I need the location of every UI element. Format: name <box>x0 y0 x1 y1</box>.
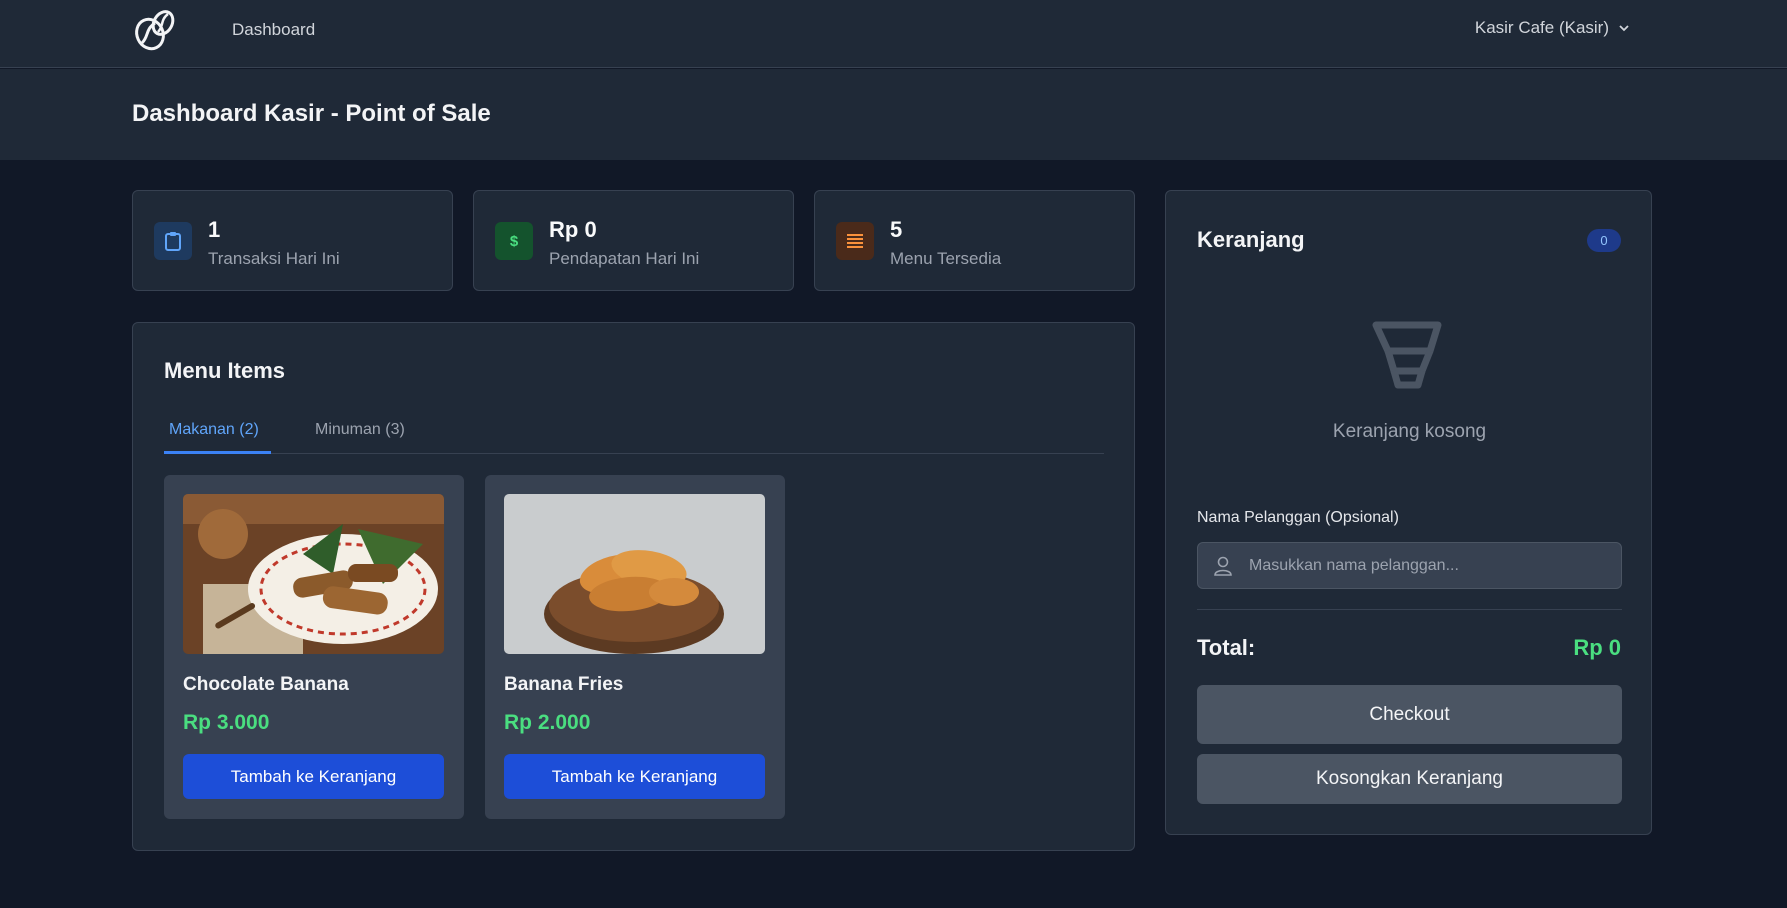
product-price: Rp 2.000 <box>504 711 591 734</box>
product-price: Rp 3.000 <box>183 711 270 734</box>
stat-value: 1 <box>208 217 221 242</box>
page-title: Dashboard Kasir - Point of Sale <box>132 100 491 127</box>
add-to-cart-button[interactable]: Tambah ke Keranjang <box>504 754 765 799</box>
user-menu[interactable]: Kasir Cafe (Kasir) <box>1475 18 1631 38</box>
stat-card-revenue: $ Rp 0 Pendapatan Hari Ini <box>473 190 794 291</box>
page-header: Dashboard Kasir - Point of Sale <box>0 69 1787 160</box>
divider <box>1197 609 1622 610</box>
menu-items-card: Menu Items Makanan (2) Minuman (3) Choco… <box>132 322 1135 851</box>
menu-title: Menu Items <box>164 358 286 383</box>
shopping-cart-icon <box>1372 319 1446 393</box>
customer-name-field[interactable] <box>1197 542 1622 589</box>
cart-count-badge: 0 <box>1587 229 1621 252</box>
active-tab-indicator <box>164 451 271 454</box>
cart-title: Keranjang <box>1197 227 1305 252</box>
customer-name-input[interactable] <box>1249 543 1609 588</box>
stat-card-menu: 5 Menu Tersedia <box>814 190 1135 291</box>
total-label: Total: <box>1197 635 1256 660</box>
clear-cart-button[interactable]: Kosongkan Keranjang <box>1197 754 1622 804</box>
customer-name-label: Nama Pelanggan (Opsional) <box>1197 509 1399 526</box>
checkout-button[interactable]: Checkout <box>1197 685 1622 744</box>
stat-label: Pendapatan Hari Ini <box>549 249 700 268</box>
product-image-chocolate-banana <box>183 494 444 654</box>
user-icon <box>1214 556 1232 576</box>
list-icon <box>836 222 874 260</box>
product-card: Chocolate Banana Rp 3.000 Tambah ke Kera… <box>164 475 464 819</box>
user-menu-label: Kasir Cafe (Kasir) <box>1474 18 1609 37</box>
chevron-down-icon <box>1619 25 1629 32</box>
stat-card-transactions: 1 Transaksi Hari Ini <box>132 190 453 291</box>
menu-tabs: Makanan (2) Minuman (3) <box>164 413 1104 454</box>
stat-value: Rp 0 <box>549 217 597 242</box>
dollar-icon: $ <box>495 222 533 260</box>
clipboard-icon <box>154 222 192 260</box>
product-card: Banana Fries Rp 2.000 Tambah ke Keranjan… <box>485 475 785 819</box>
cart-empty-text: Keranjang kosong <box>1332 421 1487 442</box>
product-image-banana-fries <box>504 494 765 654</box>
stat-value: 5 <box>890 217 903 242</box>
coffee-bean-icon[interactable] <box>131 6 179 54</box>
add-to-cart-button[interactable]: Tambah ke Keranjang <box>183 754 444 799</box>
stat-label: Menu Tersedia <box>890 249 1002 268</box>
nav-dashboard-link[interactable]: Dashboard <box>232 20 315 40</box>
total-value: Rp 0 <box>1573 635 1621 660</box>
tab-minuman[interactable]: Minuman (3) <box>315 421 405 439</box>
cart-card: Keranjang 0 Keranjang kosong Nama Pelang… <box>1165 190 1652 835</box>
tab-makanan[interactable]: Makanan (2) <box>169 421 259 439</box>
stat-label: Transaksi Hari Ini <box>208 249 340 268</box>
top-navbar: Dashboard Kasir Cafe (Kasir) <box>0 0 1787 68</box>
product-name: Banana Fries <box>504 674 624 695</box>
product-name: Chocolate Banana <box>183 674 349 695</box>
